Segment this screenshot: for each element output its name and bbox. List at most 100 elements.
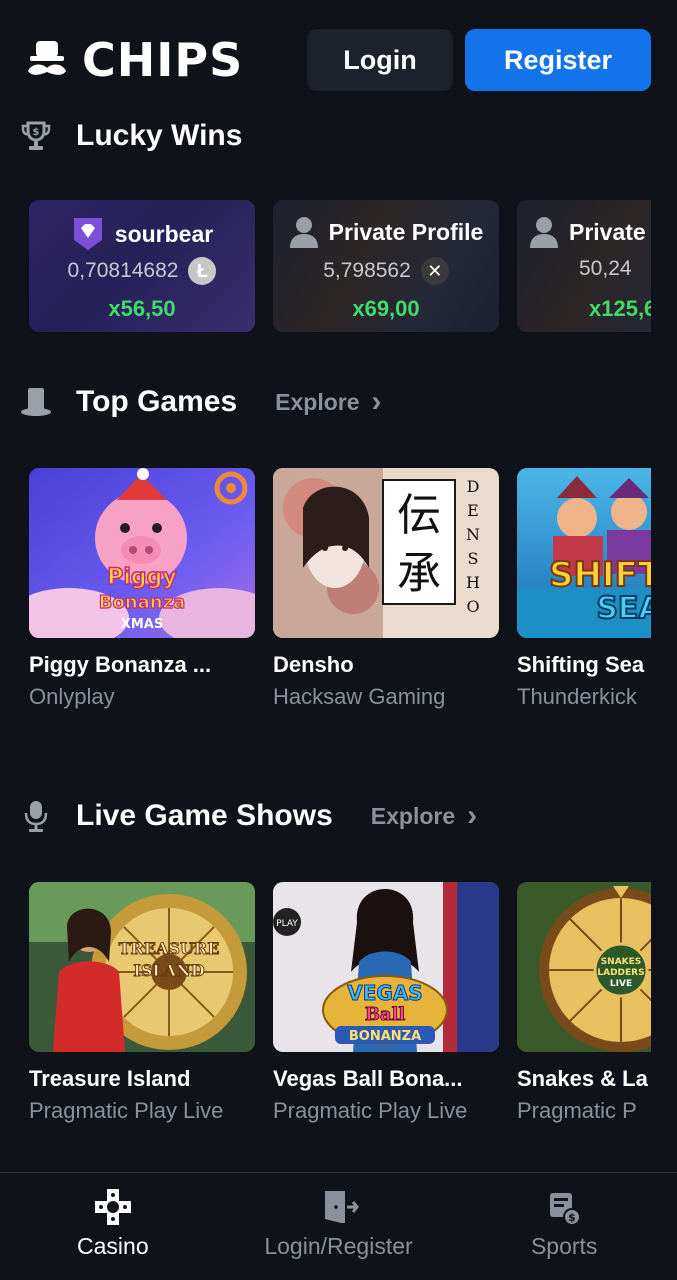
win-user: Private Profile [517, 216, 651, 248]
top-games-carousel[interactable]: Piggy Bonanza XMAS Piggy Bonanza ... Onl… [29, 468, 651, 718]
register-button[interactable]: Register [465, 29, 651, 91]
explore-label: Explore [275, 388, 360, 415]
game-provider: Thunderkick [517, 684, 637, 709]
top-games-header: Top Games Explore › [18, 384, 651, 420]
svg-text:LADDERS: LADDERS [597, 968, 644, 978]
game-provider: Hacksaw Gaming [273, 684, 446, 709]
game-name: Piggy Bonanza ... [29, 652, 212, 677]
game-card[interactable]: Piggy Bonanza XMAS Piggy Bonanza ... Onl… [29, 468, 255, 710]
game-provider: Pragmatic P [517, 1098, 637, 1123]
lucky-wins-carousel[interactable]: sourbear 0,70814682 Ł x56,50 Private Pro… [29, 200, 651, 332]
win-multiplier: x125,6 [589, 296, 651, 321]
game-name: Densho [273, 652, 354, 677]
game-thumbnail[interactable]: PLAY VEGAS Ball BONANZA [273, 882, 499, 1052]
nav-item-login-register[interactable]: Login/Register [226, 1173, 452, 1280]
chevron-right-icon: › [371, 385, 382, 418]
microphone-icon [18, 798, 54, 834]
game-card[interactable]: 伝 承 D E N S H O Densho Hacksaw Gaming [273, 468, 499, 710]
game-thumbnail[interactable]: SHIFT SEA [517, 468, 651, 638]
game-name: Shifting Sea [517, 652, 645, 677]
win-username: Private Profile [328, 218, 484, 245]
nav-label: Casino [77, 1233, 149, 1259]
nav-label: Login/Register [264, 1233, 413, 1259]
nav-item-casino[interactable]: Casino [0, 1173, 226, 1280]
game-card[interactable]: SHIFT SEA Shifting Sea Thunderkick [517, 468, 651, 710]
diamond-badge-icon [73, 218, 102, 250]
section-title: Live Game Shows [76, 799, 333, 832]
sports-coupon-icon: $ [544, 1187, 584, 1227]
game-thumbnail[interactable]: SNAKES LADDERS LIVE [517, 882, 651, 1052]
game-card[interactable]: TREASURE ISLAND Treasure Island Pragmati… [29, 882, 255, 1124]
win-card[interactable]: Private Profile 50,24 x125,6 [517, 200, 651, 332]
svg-text:SEA: SEA [596, 591, 651, 626]
win-user: sourbear [29, 216, 255, 252]
svg-text:$: $ [33, 127, 40, 138]
svg-text:S: S [468, 549, 479, 568]
top-hat-icon [18, 384, 54, 420]
svg-text:TREASURE: TREASURE [119, 939, 220, 958]
win-username: Private Profile [569, 218, 651, 245]
chevron-right-icon: › [467, 799, 478, 832]
game-thumbnail[interactable]: TREASURE ISLAND [29, 882, 255, 1052]
win-user: Private Profile [273, 216, 499, 248]
nav-item-sports[interactable]: $ Sports [451, 1173, 677, 1280]
bottom-nav: Casino Login/Register $ Sports [0, 1172, 677, 1280]
user-avatar-icon [289, 217, 318, 248]
lucky-wins-header: $ Lucky Wins [18, 118, 651, 154]
game-card[interactable]: SNAKES LADDERS LIVE Snakes & La Pragmati… [517, 882, 651, 1124]
page: CHIPS Login Register $ Lucky Wins sourbe… [0, 0, 677, 1280]
trophy-icon: $ [18, 118, 54, 154]
game-card[interactable]: PLAY VEGAS Ball BONANZA Vegas Ball Bona.… [273, 882, 499, 1124]
win-amount: 5,798562 ✕ [273, 257, 499, 285]
win-card[interactable]: Private Profile 5,798562 ✕ x69,00 [273, 200, 499, 332]
nav-label: Sports [530, 1233, 598, 1259]
svg-text:PLAY: PLAY [276, 919, 298, 929]
svg-text:Bonanza: Bonanza [99, 592, 185, 613]
game-thumbnail[interactable]: 伝 承 D E N S H O [273, 468, 499, 638]
svg-text:伝: 伝 [397, 490, 441, 541]
win-multiplier: x69,00 [352, 296, 420, 321]
x-coin-icon: ✕ [420, 257, 449, 285]
svg-text:承: 承 [397, 548, 441, 599]
live-game-shows-explore-link[interactable]: Explore › [371, 801, 477, 831]
svg-text:LIVE: LIVE [610, 979, 632, 989]
svg-text:BONANZA: BONANZA [349, 1029, 421, 1044]
game-name: Snakes & La [517, 1066, 648, 1091]
section-title: Top Games [76, 385, 238, 418]
win-multiplier: x56,50 [108, 296, 176, 321]
door-enter-icon [319, 1187, 359, 1227]
svg-text:ISLAND: ISLAND [133, 961, 204, 980]
svg-text:D: D [467, 477, 480, 496]
svg-text:XMAS: XMAS [121, 617, 163, 632]
game-provider: Onlyplay [29, 684, 115, 709]
svg-text:Piggy: Piggy [107, 565, 177, 590]
win-card[interactable]: sourbear 0,70814682 Ł x56,50 [29, 200, 255, 332]
svg-text:$: $ [568, 1211, 576, 1224]
top-games-explore-link[interactable]: Explore › [275, 387, 381, 417]
win-amount: 50,24 [517, 257, 651, 281]
mustache-hat-logo-icon [28, 41, 66, 75]
litecoin-icon: Ł [188, 257, 217, 285]
game-name: Vegas Ball Bona... [273, 1066, 463, 1091]
login-button[interactable]: Login [307, 29, 453, 91]
svg-text:SHIFT: SHIFT [549, 555, 651, 595]
win-amount-value: 50,24 [579, 257, 632, 280]
live-game-shows-carousel[interactable]: TREASURE ISLAND Treasure Island Pragmati… [29, 882, 651, 1132]
win-amount-value: 5,798562 [323, 259, 411, 282]
auth-buttons: Login Register [307, 29, 651, 91]
svg-text:SNAKES: SNAKES [601, 957, 642, 967]
win-amount-value: 0,70814682 [67, 259, 179, 282]
game-provider: Pragmatic Play Live [29, 1098, 224, 1123]
svg-text:H: H [466, 573, 480, 592]
game-thumbnail[interactable]: Piggy Bonanza XMAS [29, 468, 255, 638]
logo[interactable]: CHIPS [24, 33, 243, 87]
win-username: sourbear [114, 220, 214, 247]
live-game-shows-header: Live Game Shows Explore › [18, 798, 651, 834]
svg-text:VEGAS: VEGAS [347, 981, 422, 1005]
header: CHIPS Login Register [24, 28, 651, 92]
user-avatar-icon [530, 217, 558, 248]
svg-text:O: O [466, 597, 479, 616]
svg-text:N: N [466, 525, 480, 544]
gamepad-icon [93, 1187, 133, 1227]
game-provider: Pragmatic Play Live [273, 1098, 468, 1123]
